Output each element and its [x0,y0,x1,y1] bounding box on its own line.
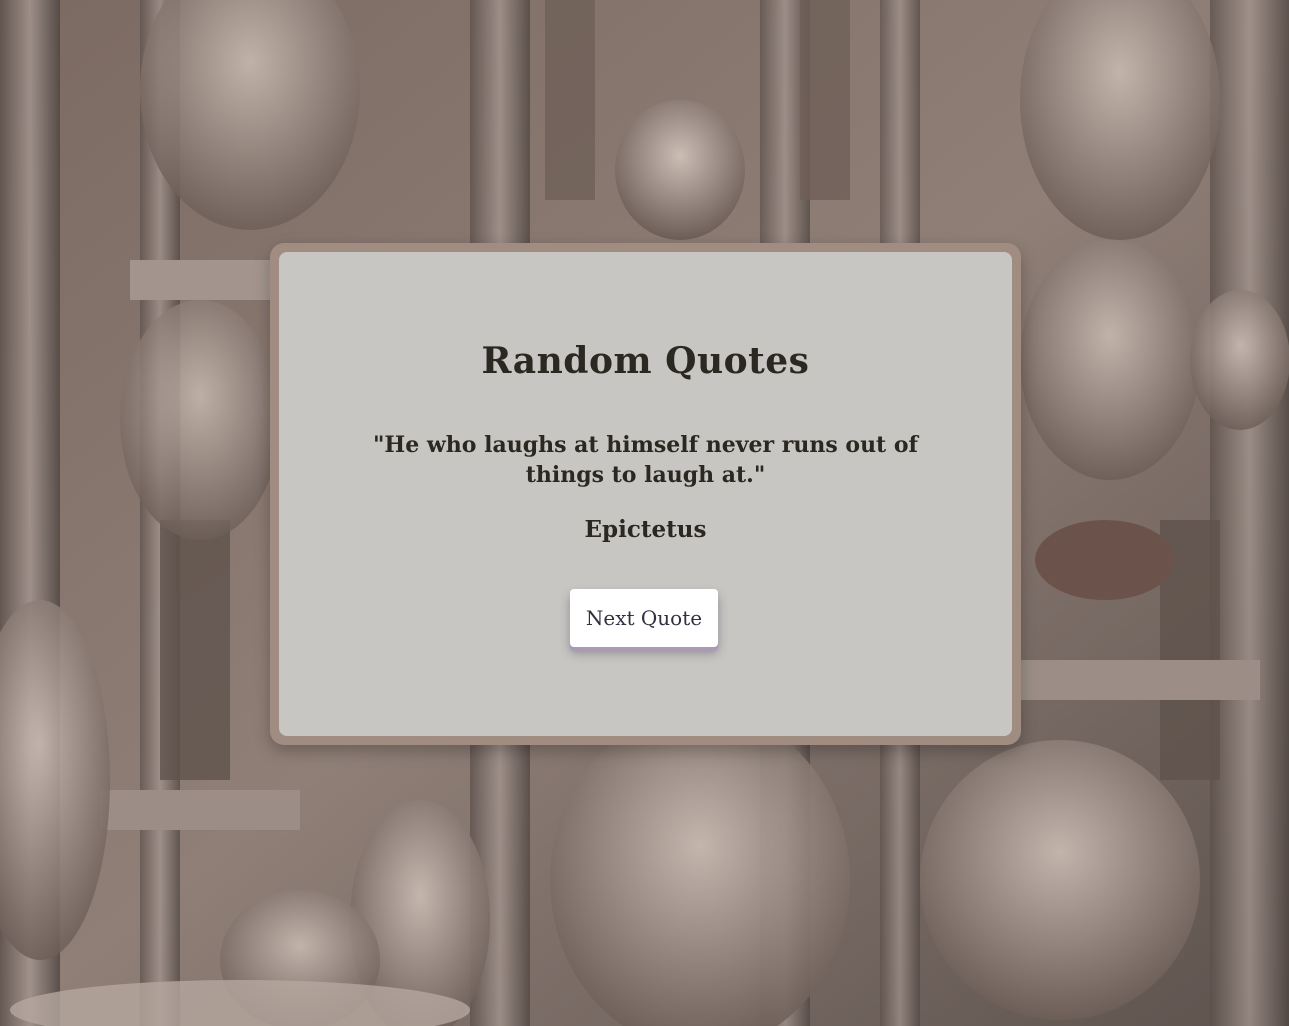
quote-card: Random Quotes "He who laughs at himself … [270,243,1021,745]
quote-author: Epictetus [584,516,707,543]
next-quote-button[interactable]: Next Quote [570,589,718,647]
page-title: Random Quotes [481,340,810,382]
quote-text: "He who laughs at himself never runs out… [372,432,919,488]
quote-card-content: Random Quotes "He who laughs at himself … [279,252,1012,736]
